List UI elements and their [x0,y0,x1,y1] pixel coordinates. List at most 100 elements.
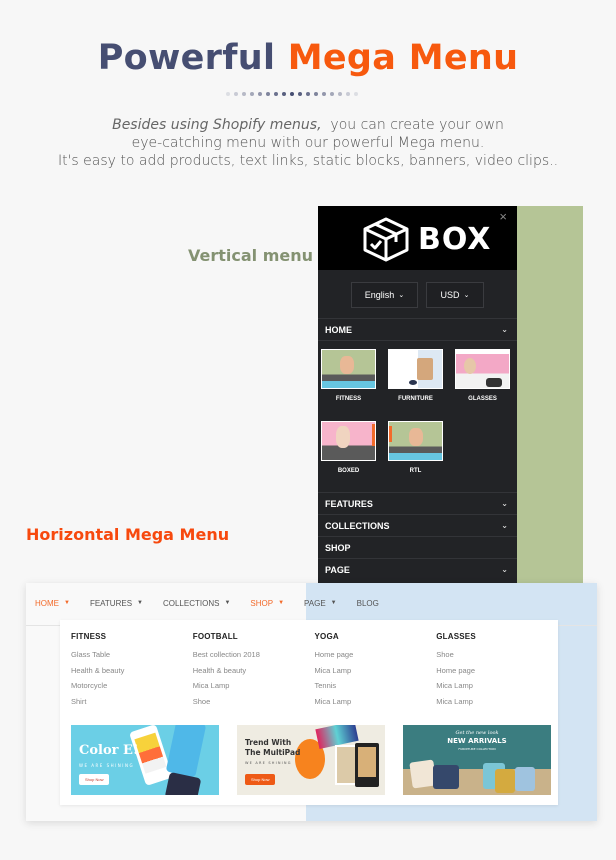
desc-line2: eye-catching menu with our powerful Mega… [131,135,485,151]
column-link[interactable]: Health & beauty [71,663,193,679]
column-link[interactable]: Best collection 2018 [193,647,315,663]
chevron-down-icon[interactable]: ⌄ [501,521,508,530]
thumb-fitness[interactable]: FITNESS [321,349,376,411]
title-part2: Mega Menu [287,38,519,78]
close-icon[interactable]: × [499,209,507,224]
thumb-image-fitness [321,349,376,389]
divider-dot [282,92,286,96]
banner-title: Color E! [79,743,139,758]
column-link[interactable]: Mica Lamp [436,694,558,710]
column-link[interactable]: Tennis [315,678,437,694]
currency-select[interactable]: USD ⌄ [426,282,484,308]
currency-value: USD [440,290,460,300]
banner-color-e[interactable]: Color E! WE ARE SHINING Shop Now [71,725,219,795]
mega-dropdown: FITNESS Glass Table Health & beauty Moto… [60,620,558,805]
vmenu-item-home[interactable]: HOME ⌄ [318,318,517,340]
nav-label: SHOP [250,598,274,608]
language-select[interactable]: English ⌄ [351,282,418,308]
banner-multipad[interactable]: Trend With The MultiPad WE ARE SHINING S… [237,725,385,795]
vmenu-item-collections[interactable]: COLLECTIONS ⌄ [318,514,517,536]
vmenu-item-features[interactable]: FEATURES ⌄ [318,492,517,514]
nav-home[interactable]: HOME ▼ [35,599,70,608]
divider-dot [354,92,358,96]
language-value: English [364,290,395,300]
divider-dot [298,92,302,96]
divider-dot [346,92,350,96]
nav-blog[interactable]: BLOG [357,599,379,608]
vmenu-item-label: COLLECTIONS [325,520,390,531]
column-link[interactable]: Home page [315,647,437,663]
dots-divider [226,92,358,96]
desc-line3: It's easy to add products, text links, s… [57,153,559,169]
column-link[interactable]: Mica Lamp [315,694,437,710]
banner-subtitle: WE ARE SHINING [245,761,292,765]
nav-label: FEATURES [89,598,133,608]
column-link[interactable]: Home page [436,663,558,679]
column-link[interactable]: Mica Lamp [436,678,558,694]
nav-page[interactable]: PAGE ▼ [304,599,337,608]
column-link[interactable]: Mica Lamp [193,678,315,694]
column-link[interactable]: Motorcycle [71,678,193,694]
mega-column-fitness: FITNESS Glass Table Health & beauty Moto… [71,632,193,709]
thumb-label: BOXED [337,468,360,474]
divider-dot [314,92,318,96]
column-link[interactable]: Shirt [71,694,193,710]
vertical-menu: BOX × English ⌄ USD ⌄ HOME ⌄ FITNESS FUR… [318,206,517,586]
banner-title-line1: Trend With [245,738,292,747]
nav-collections[interactable]: COLLECTIONS ▼ [163,599,230,608]
banner-subtitle: FURNITURE COLLECTION [458,747,496,751]
desc-italic: Besides using Shopify menus, [112,117,322,133]
column-title: GLASSES [436,632,476,641]
divider-dot [266,92,270,96]
column-link[interactable]: Shoe [193,694,315,710]
mega-column-glasses: GLASSES Shoe Home page Mica Lamp Mica La… [436,632,558,709]
banner-new-arrivals[interactable]: Get the new look NEW ARRIVALS FURNITURE … [403,725,551,795]
caret-down-icon: ▼ [224,600,231,606]
thumb-label: GLASSES [468,396,497,402]
column-link[interactable]: Shoe [436,647,558,663]
chevron-down-icon: ⌄ [463,292,470,299]
description: Besides using Shopify menus, you can cre… [0,116,616,170]
thumb-furniture[interactable]: FURNITURE [388,349,443,411]
shop-now-button[interactable]: Shop Now [79,774,110,785]
title-part1: Powerful [97,38,276,78]
vertical-menu-header: BOX × [318,206,517,270]
shop-now-button[interactable]: Shop Now [245,774,276,785]
vmenu-item-label: SHOP [325,542,351,553]
vmenu-item-label: HOME [325,324,352,335]
thumb-boxed[interactable]: BOXED [321,421,376,483]
nav-label: BLOG [356,598,379,608]
vmenu-item-page[interactable]: PAGE ⌄ [318,558,517,580]
chevron-down-icon[interactable]: ⌄ [501,325,508,334]
caret-down-icon: ▼ [64,600,70,606]
nav-label: PAGE [304,598,326,608]
logo[interactable]: BOX [362,216,491,262]
divider-dot [242,92,246,96]
vmenu-item-shop[interactable]: SHOP [318,536,517,558]
thumb-rtl[interactable]: RTL [388,421,443,483]
mega-column-yoga: YOGA Home page Mica Lamp Tennis Mica Lam… [315,632,437,709]
thumb-label: RTL [409,468,422,474]
chevron-down-icon: ⌄ [398,292,405,299]
thumb-label: FURNITURE [398,396,433,402]
thumb-image-glasses [455,349,510,389]
column-link[interactable]: Mica Lamp [315,663,437,679]
nav-shop[interactable]: SHOP ▼ [250,599,284,608]
divider-dot [258,92,262,96]
banner-script: Get the new look [455,730,499,736]
column-link[interactable]: Health & beauty [193,663,315,679]
horizontal-menu-label: Horizontal Mega Menu [26,525,230,544]
nav-label: HOME [35,598,59,608]
chevron-down-icon[interactable]: ⌄ [501,565,508,574]
mega-column-football: FOOTBALL Best collection 2018 Health & b… [193,632,315,709]
home-thumbnails: FITNESS FURNITURE GLASSES BOXED RTL [318,340,517,492]
box-icon [363,217,409,262]
vertical-menu-label: Vertical menu [188,246,314,265]
nav-features[interactable]: FEATURES ▼ [90,599,143,608]
chevron-down-icon[interactable]: ⌄ [501,499,508,508]
banner-subtitle: WE ARE SHINING [79,763,135,768]
thumb-glasses[interactable]: GLASSES [455,349,510,411]
column-link[interactable]: Glass Table [71,647,193,663]
thumb-image-furniture [388,349,443,389]
logo-text: BOX [418,221,492,257]
